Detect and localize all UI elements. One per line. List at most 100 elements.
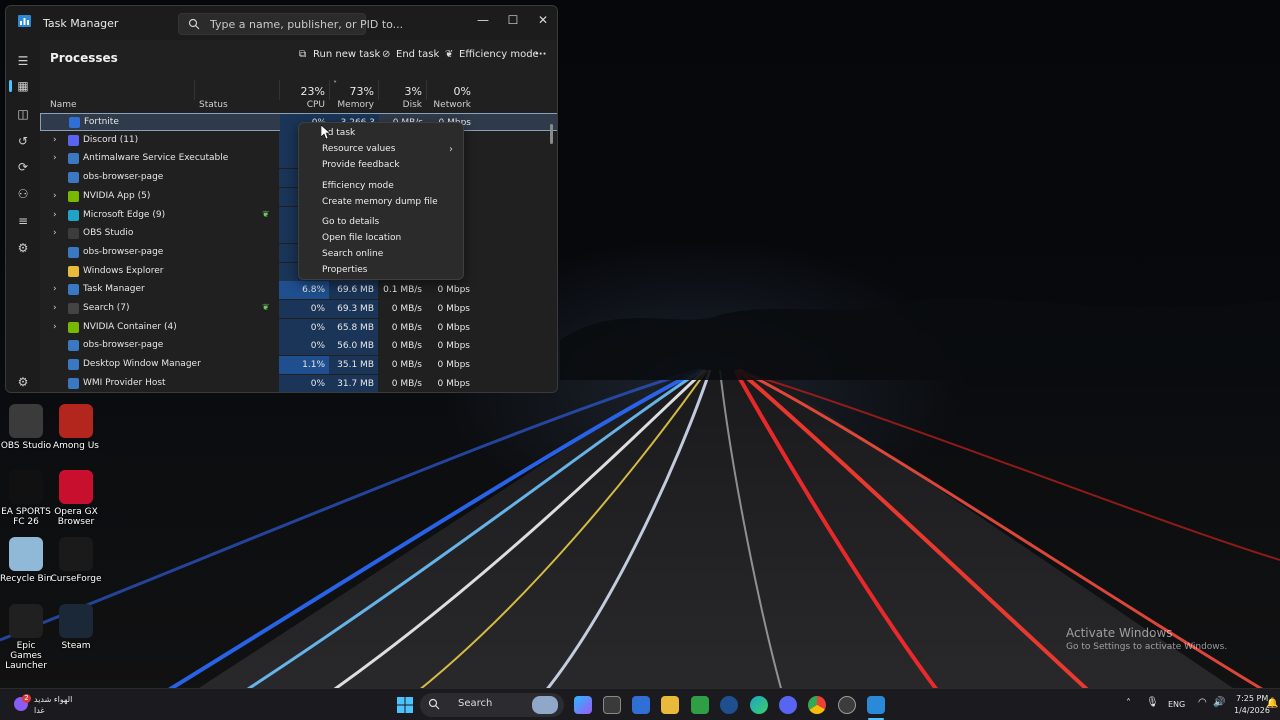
table-row[interactable]: obs-browser-page 0% 56.0 MB 0 MB/s 0 Mbp… <box>40 337 557 355</box>
task-manager-icon[interactable] <box>867 696 885 714</box>
desktop-shortcut[interactable]: Among Us <box>50 404 102 451</box>
search-icon <box>188 18 200 30</box>
window-app-icon <box>68 340 79 351</box>
process-name: NVIDIA App (5) <box>83 191 151 201</box>
app-history-icon[interactable]: ↺ <box>14 132 32 150</box>
table-row[interactable]: › Search (7) ❦ 0% 69.3 MB 0 MB/s 0 Mbps <box>40 300 557 318</box>
taskbar-search-box[interactable]: Search <box>420 693 564 717</box>
tray-overflow-chevron-icon[interactable]: ˄ <box>1126 698 1131 709</box>
volume-icon[interactable]: 🔊 <box>1213 697 1225 708</box>
notification-bell-icon[interactable]: 🔔 <box>1266 698 1278 709</box>
disk-cell: 0 MB/s <box>391 304 422 314</box>
discord-icon[interactable] <box>779 696 797 714</box>
desktop-shortcut[interactable]: Recycle Bin <box>0 537 52 584</box>
expand-chevron-icon[interactable]: › <box>53 191 57 201</box>
table-row[interactable]: WMI Provider Host 0% 31.7 MB 0 MB/s 0 Mb… <box>40 375 557 392</box>
memory-cell: 56.0 MB <box>329 337 378 355</box>
desktop-shortcut[interactable]: CurseForge <box>50 537 102 584</box>
process-name: OBS Studio <box>83 228 134 238</box>
process-name: Microsoft Edge (9) <box>83 210 166 220</box>
chrome-icon[interactable] <box>808 696 826 714</box>
expand-chevron-icon[interactable]: › <box>53 322 57 332</box>
shortcut-label: Among Us <box>53 441 99 451</box>
users-icon[interactable]: ⚇ <box>14 185 32 203</box>
window-app-icon <box>68 172 79 183</box>
column-status[interactable]: Status <box>199 100 228 110</box>
taskbar-search-label: Search <box>458 698 493 709</box>
more-options-button[interactable]: ··· <box>535 49 546 67</box>
hamburger-menu-icon[interactable]: ☰ <box>14 52 32 70</box>
scrollbar-thumb[interactable] <box>550 124 553 144</box>
settings-gear-icon[interactable]: ⚙ <box>14 373 32 391</box>
menu-item-resource-values[interactable]: Resource values <box>322 144 395 154</box>
menu-item-properties[interactable]: Properties <box>322 265 367 275</box>
column-separator <box>194 80 195 100</box>
process-name: obs-browser-page <box>83 340 164 350</box>
end-task-button[interactable]: ⊘ End task <box>382 49 439 67</box>
desktop-shortcut[interactable]: Steam <box>50 604 102 651</box>
menu-item-search-online[interactable]: Search online <box>322 249 383 259</box>
activation-watermark: Activate Windows Go to Settings to activ… <box>1066 626 1227 652</box>
memory-cell: 69.3 MB <box>329 300 378 318</box>
run-new-task-label: Run new task <box>313 49 381 60</box>
expand-chevron-icon[interactable]: › <box>53 210 57 220</box>
disk-cell: 0 MB/s <box>391 341 422 351</box>
network-total: 0% <box>453 85 471 98</box>
settings-app-icon[interactable] <box>720 696 738 714</box>
search-input[interactable]: Type a name, publisher, or PID to... <box>178 13 403 35</box>
run-new-task-button[interactable]: ⧉ Run new task <box>299 49 380 67</box>
table-row[interactable]: › NVIDIA Container (4) 0% 65.8 MB 0 MB/s… <box>40 319 557 337</box>
services-icon[interactable]: ⚙ <box>14 239 32 257</box>
end-task-icon: ⊘ <box>382 49 391 60</box>
microphone-icon[interactable]: 🎙 <box>1146 697 1159 708</box>
maximize-button[interactable]: ☐ <box>498 9 528 31</box>
expand-chevron-icon[interactable]: › <box>53 303 57 313</box>
expand-chevron-icon[interactable]: › <box>53 228 57 238</box>
network-cell: 0 Mbps <box>437 285 470 295</box>
network-cell: 0 Mbps <box>437 304 470 314</box>
desktop-shortcut[interactable]: EA SPORTS FC 26 <box>0 470 52 527</box>
expand-chevron-icon[interactable]: › <box>53 153 57 163</box>
cpu-total: 23% <box>300 85 325 98</box>
table-row[interactable]: Desktop Window Manager 1.1% 35.1 MB 0 MB… <box>40 356 557 374</box>
run-task-icon: ⧉ <box>299 49 307 60</box>
efficiency-mode-button[interactable]: ❦ Efficiency mode <box>445 49 539 67</box>
desktop-shortcut[interactable]: Opera GX Browser <box>50 470 102 527</box>
close-button[interactable]: ✕ <box>528 9 557 31</box>
start-button-icon[interactable] <box>396 696 414 714</box>
xbox-icon[interactable] <box>691 696 709 714</box>
wifi-icon[interactable]: ◠ <box>1198 697 1207 708</box>
startup-apps-icon[interactable]: ⟳ <box>14 158 32 176</box>
expand-chevron-icon[interactable]: › <box>53 284 57 294</box>
cpu-cell: 6.8% <box>279 281 329 299</box>
copilot-icon[interactable] <box>574 696 592 714</box>
processes-icon[interactable]: ▦ <box>14 77 32 95</box>
network-label: Network <box>433 100 471 110</box>
end-task-label: End task <box>396 49 440 60</box>
menu-item-go-to-details[interactable]: Go to details <box>322 217 379 227</box>
shortcut-label: EA SPORTS FC 26 <box>1 507 51 527</box>
title-bar[interactable]: Task Manager Type a name, publisher, or … <box>6 6 557 40</box>
details-icon[interactable]: ≡ <box>14 212 32 230</box>
clock-date[interactable]: 1/4/2026 <box>1234 706 1270 715</box>
menu-item-open-file-location[interactable]: Open file location <box>322 233 401 243</box>
menu-item-efficiency-mode[interactable]: Efficiency mode <box>322 181 394 191</box>
network-cell: 0 Mbps <box>437 379 470 389</box>
obs-icon[interactable] <box>838 696 856 714</box>
desktop-shortcut[interactable]: OBS Studio <box>0 404 52 451</box>
language-indicator[interactable]: ENG <box>1168 700 1185 709</box>
security-shield-icon[interactable] <box>632 696 650 714</box>
column-name[interactable]: Name <box>50 100 77 110</box>
minimize-button[interactable]: — <box>468 9 498 31</box>
menu-item-create-dump[interactable]: Create memory dump file <box>322 197 438 207</box>
clock-time[interactable]: 7:25 PM <box>1236 694 1268 703</box>
file-explorer-icon[interactable] <box>661 696 679 714</box>
menu-item-provide-feedback[interactable]: Provide feedback <box>322 160 400 170</box>
store-icon[interactable] <box>603 696 621 714</box>
expand-chevron-icon[interactable]: › <box>53 135 57 145</box>
desktop-shortcut[interactable]: Epic Games Launcher <box>0 604 52 671</box>
edge-icon[interactable] <box>750 696 768 714</box>
performance-icon[interactable]: ◫ <box>14 105 32 123</box>
network-cell: 0 Mbps <box>437 360 470 370</box>
table-row[interactable]: › Task Manager 6.8% 69.6 MB 0.1 MB/s 0 M… <box>40 281 557 299</box>
